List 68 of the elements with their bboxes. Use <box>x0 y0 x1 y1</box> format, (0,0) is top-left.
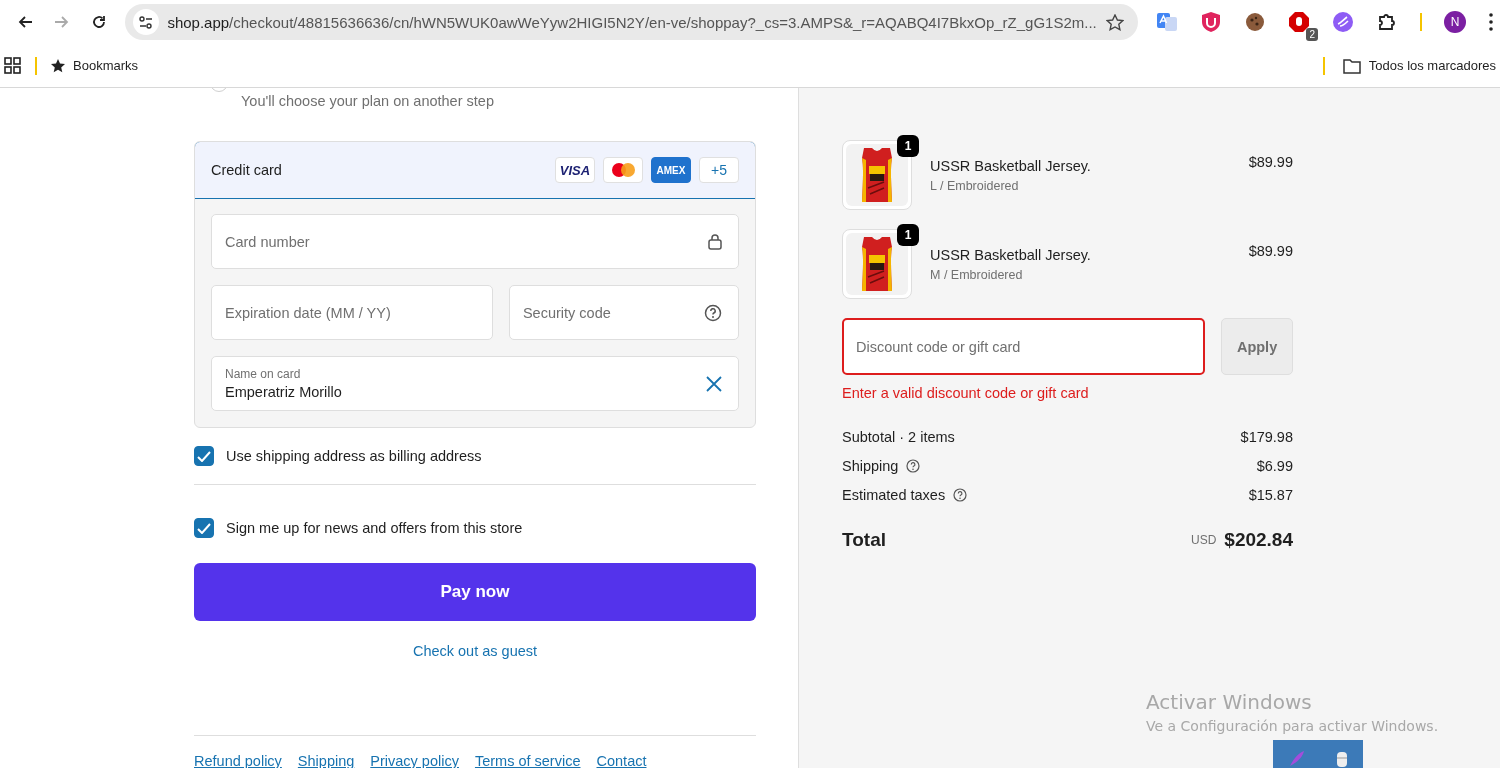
expiration-field[interactable]: Expiration date (MM / YY) <box>211 285 493 340</box>
currency-code: USD <box>1190 533 1217 547</box>
summary-label: Subtotal · 2 items <box>842 429 955 445</box>
product-name: USSR Basketball Jersey. <box>930 157 1092 174</box>
card-brand-logo: VISA <box>555 157 595 183</box>
product-price: $89.99 <box>1248 243 1293 259</box>
extension-badge: 2 <box>1306 28 1318 41</box>
all-bookmarks-link[interactable]: Todos los marcadores <box>1368 58 1496 73</box>
footer-link[interactable]: Terms of service <box>474 753 581 768</box>
summary-label: Estimated taxes <box>842 487 946 503</box>
cookie-icon[interactable] <box>1244 11 1266 33</box>
reload-icon[interactable] <box>90 14 107 30</box>
payment-method-label: Credit card <box>211 162 283 178</box>
help-icon[interactable] <box>906 459 921 473</box>
apps-grid-icon[interactable] <box>4 57 21 74</box>
checkbox[interactable] <box>194 518 214 538</box>
error-message: Enter a valid discount code or gift card <box>842 385 1090 401</box>
total-amount: $202.84 <box>1224 529 1293 551</box>
footer-link[interactable]: Contact <box>596 753 647 768</box>
lock-icon <box>708 233 722 250</box>
folder-icon <box>1342 57 1361 74</box>
pay-now-button[interactable]: Pay now <box>194 563 756 621</box>
bookmark-star-icon[interactable] <box>1106 13 1124 31</box>
checkbox[interactable] <box>194 446 214 466</box>
swirl-icon[interactable] <box>1332 11 1354 33</box>
quantity-badge: 1 <box>897 135 919 157</box>
security-code-field[interactable]: Security code <box>508 285 739 340</box>
mouse-icon[interactable] <box>1334 750 1349 768</box>
stop-sign-icon[interactable] <box>1288 11 1310 33</box>
activation-title: Activar Windows <box>1146 690 1313 714</box>
checkmark-icon <box>197 450 211 462</box>
translate-icon[interactable] <box>1156 11 1178 33</box>
summary-label: Shipping <box>842 458 899 474</box>
guest-checkout-link[interactable]: Check out as guest <box>412 643 538 659</box>
more-brands-badge: +5 <box>699 157 739 183</box>
card-number-field[interactable]: Card number <box>211 214 739 269</box>
summary-value: $15.87 <box>1248 487 1293 503</box>
product-variant: L / Embroidered <box>930 178 1020 193</box>
back-icon[interactable] <box>16 14 33 30</box>
quantity-badge: 1 <box>897 224 919 246</box>
activation-message: Ve a Configuración para activar Windows. <box>1146 718 1439 734</box>
clear-icon[interactable] <box>706 375 722 392</box>
apply-button[interactable]: Apply <box>1221 318 1293 375</box>
product-price: $89.99 <box>1248 154 1293 170</box>
total-label: Total <box>842 529 887 551</box>
checkbox-label: Use shipping address as billing address <box>226 448 482 464</box>
product-variant: M / Embroidered <box>930 267 1024 282</box>
name-on-card-field[interactable]: Name on card Emperatriz Morillo <box>211 356 739 411</box>
checkmark-icon <box>197 522 211 534</box>
bookmark-link[interactable]: Bookmarks <box>73 58 139 73</box>
puzzle-icon[interactable] <box>1376 11 1398 33</box>
star-icon <box>51 58 65 73</box>
card-brand-logo: AMEX <box>651 157 691 183</box>
checkbox-label: Sign me up for news and offers from this store <box>226 520 523 536</box>
product-name: USSR Basketball Jersey. <box>930 246 1092 263</box>
discount-code-field[interactable]: Discount code or gift card <box>842 318 1206 375</box>
address-bar[interactable]: shop.app/checkout/48815636636/cn/hWN5WUK0awWeYyw2HIGI5N2Y/en-ve/shoppay?_cs=3.AMPS&_r=AQABQ4I7BkxOp_rZ_gG1S2m... <box>125 4 1138 40</box>
payment-option-header[interactable]: Credit card VISA AMEX +5 <box>195 142 755 199</box>
site-settings-icon[interactable] <box>138 14 155 30</box>
help-icon[interactable] <box>953 488 968 502</box>
shield-icon[interactable] <box>1200 11 1222 33</box>
card-brand-logo <box>611 163 635 177</box>
plan-hint: You'll choose your plan on another step <box>240 93 495 109</box>
summary-value: $179.98 <box>1240 429 1293 445</box>
profile-avatar[interactable]: N <box>1444 11 1466 33</box>
summary-value: $6.99 <box>1256 458 1293 474</box>
menu-icon[interactable] <box>1488 12 1494 32</box>
help-icon[interactable] <box>704 303 722 322</box>
